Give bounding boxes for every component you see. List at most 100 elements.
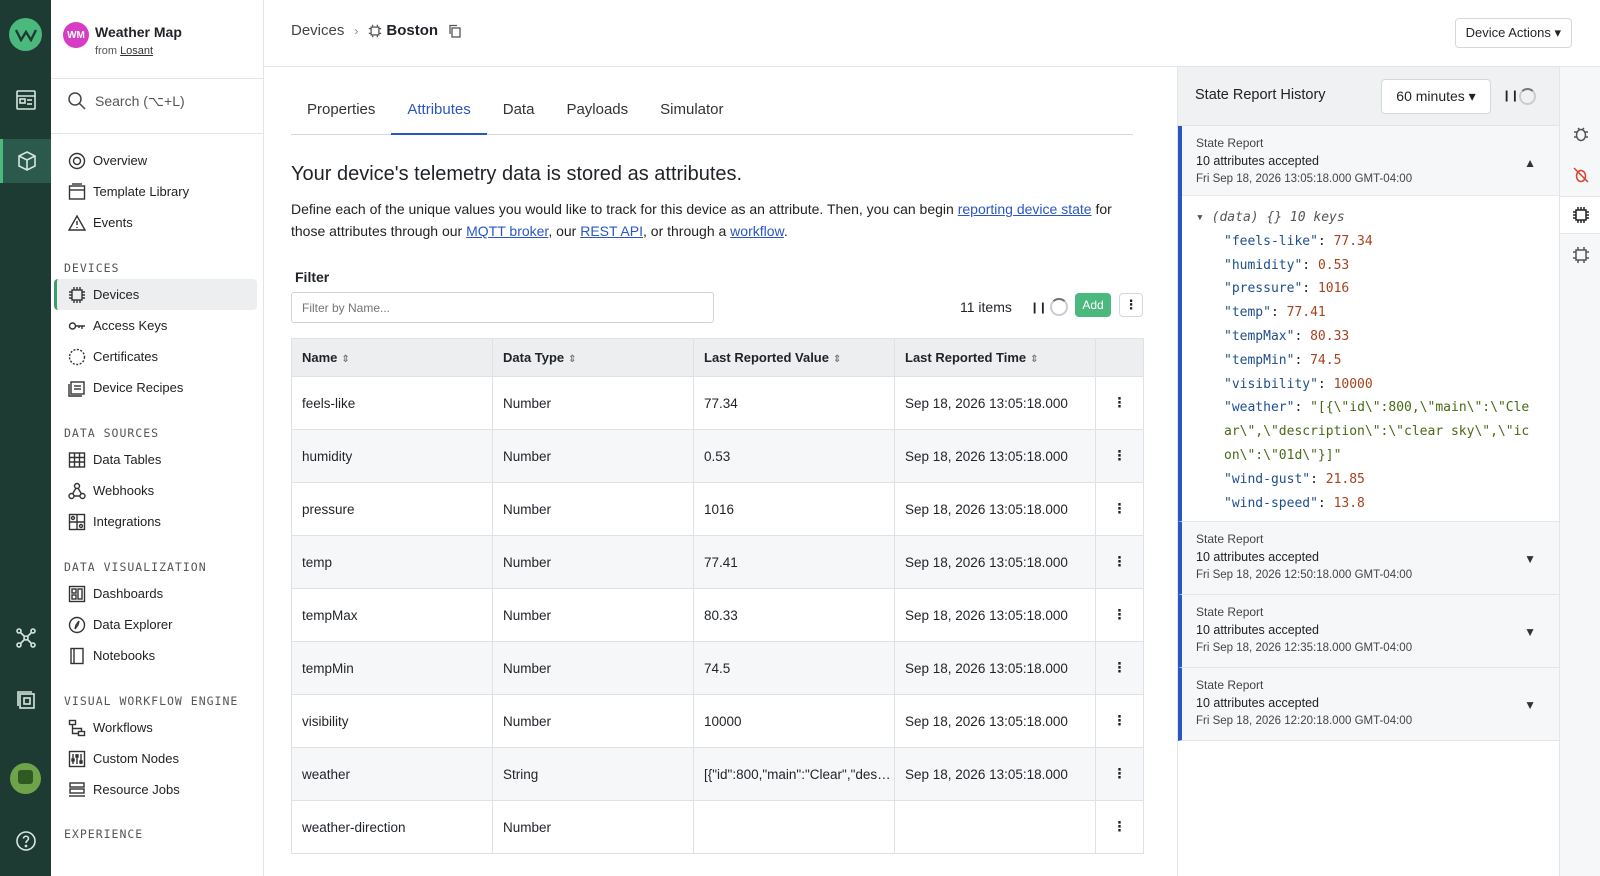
nav-notebooks[interactable]: Notebooks <box>54 640 257 671</box>
json-entry: "wind-gust": 21.85 <box>1224 471 1365 487</box>
nav-data-tables[interactable]: Data Tables <box>54 444 257 475</box>
column-header-last-value[interactable]: Last Reported Value ⇕ <box>693 338 895 377</box>
time-range-select[interactable]: 60 minutes ▾ <box>1381 79 1491 114</box>
org-link[interactable]: Losant <box>120 45 153 57</box>
pause-icon[interactable]: ❙❙ <box>1030 301 1047 314</box>
state-report-item[interactable]: State Report 10 attributes accepted Fri … <box>1178 522 1560 595</box>
rest-api-link[interactable]: REST API <box>580 223 643 239</box>
device-catalog-rail-icon[interactable] <box>0 678 51 722</box>
tab-data[interactable]: Data <box>487 92 551 135</box>
column-header-last-time[interactable]: Last Reported Time ⇕ <box>894 338 1096 377</box>
report-time: Fri Sep 18, 2026 12:20:18.000 GMT-04:00 <box>1196 715 1413 727</box>
help-icon[interactable] <box>0 819 51 863</box>
nav-dashboards[interactable]: Dashboards <box>54 578 257 609</box>
cell-data-type: Number <box>492 429 694 483</box>
user-avatar[interactable] <box>10 763 41 794</box>
table-row[interactable]: feels-like Number 77.34 Sep 18, 2026 13:05:… <box>291 376 1144 430</box>
table-row[interactable]: tempMax Number 80.33 Sep 18, 2026 13:05:18.… <box>291 588 1144 642</box>
cell-last-time <box>894 800 1096 854</box>
network-rail-icon[interactable] <box>0 616 51 660</box>
nav-label: Access Keys <box>93 318 168 333</box>
expand-caret-icon[interactable]: ▼ <box>1524 552 1536 566</box>
main-content: Properties Attributes Data Payloads Simu… <box>264 67 1174 876</box>
bug-off-icon[interactable] <box>1560 156 1600 194</box>
row-actions-icon[interactable]: ⋮ <box>1095 482 1144 536</box>
nav-access-keys[interactable]: Access Keys <box>54 310 257 341</box>
row-actions-icon[interactable]: ⋮ <box>1095 641 1144 695</box>
table-row[interactable]: temp Number 77.41 Sep 18, 2026 13:05:18.000… <box>291 535 1144 589</box>
state-report-item[interactable]: State Report 10 attributes accepted Fri … <box>1178 668 1560 741</box>
sort-icon: ⇕ <box>341 354 350 365</box>
nav-label: Template Library <box>93 184 190 199</box>
nav-workflows[interactable]: Workflows <box>54 712 257 743</box>
nav-resource-jobs[interactable]: Resource Jobs <box>54 774 257 805</box>
row-actions-icon[interactable]: ⋮ <box>1095 800 1144 854</box>
state-report-chip-icon[interactable] <box>1560 196 1600 234</box>
device-connection-icon[interactable] <box>1560 236 1600 274</box>
row-actions-icon[interactable]: ⋮ <box>1095 694 1144 748</box>
notebook-icon <box>67 646 87 666</box>
table-row[interactable]: tempMin Number 74.5 Sep 18, 2026 13:05:18.0… <box>291 641 1144 695</box>
report-summary: 10 attributes accepted <box>1196 154 1319 168</box>
column-header-actions <box>1095 338 1144 377</box>
table-row[interactable]: pressure Number 1016 Sep 18, 2026 13:05:18.… <box>291 482 1144 536</box>
tab-simulator[interactable]: Simulator <box>644 92 739 135</box>
table-row[interactable]: visibility Number 10000 Sep 18, 2026 13:05:… <box>291 694 1144 748</box>
nav-events[interactable]: Events <box>54 207 257 238</box>
state-report-item[interactable]: State Report 10 attributes accepted Fri … <box>1178 126 1560 522</box>
workflow-link[interactable]: workflow <box>730 223 784 239</box>
nav-device-recipes[interactable]: Device Recipes <box>54 372 257 403</box>
nav-devices[interactable]: Devices <box>54 279 257 310</box>
nav-integrations[interactable]: Integrations <box>54 506 257 537</box>
losant-logo-icon[interactable] <box>9 18 42 51</box>
column-header-data-type[interactable]: Data Type ⇕ <box>492 338 694 377</box>
json-entry: "wind-speed": 13.8 <box>1224 495 1365 511</box>
report-time: Fri Sep 18, 2026 12:50:18.000 GMT-04:00 <box>1196 569 1413 581</box>
table-row[interactable]: humidity Number 0.53 Sep 18, 2026 13:05:18.… <box>291 429 1144 483</box>
tab-properties[interactable]: Properties <box>291 92 391 135</box>
state-report-item[interactable]: State Report 10 attributes accepted Fri … <box>1178 595 1560 668</box>
breadcrumb-devices-link[interactable]: Devices <box>291 22 344 39</box>
copy-icon[interactable] <box>448 24 462 38</box>
debug-bug-icon[interactable] <box>1560 115 1600 153</box>
expand-caret-icon[interactable]: ▼ <box>1524 625 1536 639</box>
column-header-name[interactable]: Name ⇕ <box>291 338 493 377</box>
json-entry: "weather": "[{\"id\":800,\"main\":\"Clea… <box>1224 400 1530 463</box>
mqtt-broker-link[interactable]: MQTT broker <box>466 223 548 239</box>
nav-webhooks[interactable]: Webhooks <box>54 475 257 506</box>
nav-certificates[interactable]: Certificates <box>54 341 257 372</box>
nav-template-library[interactable]: Template Library <box>54 176 257 207</box>
tab-attributes[interactable]: Attributes <box>391 92 487 135</box>
cell-last-value: 1016 <box>693 482 895 536</box>
more-options-button[interactable]: ⋮ <box>1119 293 1143 317</box>
panel-header: State Report History 60 minutes ▾ ❙❙ <box>1178 67 1560 126</box>
row-actions-icon[interactable]: ⋮ <box>1095 376 1144 430</box>
report-time: Fri Sep 18, 2026 12:35:18.000 GMT-04:00 <box>1196 642 1413 654</box>
row-actions-icon[interactable]: ⋮ <box>1095 429 1144 483</box>
report-label: State Report <box>1196 136 1264 150</box>
pause-icon[interactable]: ❙❙ <box>1502 89 1519 102</box>
nav-data-explorer[interactable]: Data Explorer <box>54 609 257 640</box>
table-row[interactable]: weather String [{"id":800,"main":"Clear","… <box>291 747 1144 801</box>
table-row[interactable]: weather-direction Number ⋮ <box>291 800 1144 854</box>
cell-last-value: [{"id":800,"main":"Clear","description":… <box>693 747 895 801</box>
nav-overview[interactable]: Overview <box>54 145 257 176</box>
device-actions-button[interactable]: Device Actions ▾ <box>1454 18 1572 48</box>
report-summary: 10 attributes accepted <box>1196 623 1319 637</box>
filter-input[interactable] <box>291 292 714 323</box>
chip-icon <box>369 24 382 37</box>
row-actions-icon[interactable]: ⋮ <box>1095 747 1144 801</box>
row-actions-icon[interactable]: ⋮ <box>1095 535 1144 589</box>
reporting-device-state-link[interactable]: reporting device state <box>958 201 1092 217</box>
dashboard-rail-icon[interactable] <box>0 78 51 122</box>
tab-payloads[interactable]: Payloads <box>550 92 644 135</box>
application-rail-icon[interactable] <box>0 139 51 183</box>
nav-custom-nodes[interactable]: Custom Nodes <box>54 743 257 774</box>
filter-label: Filter <box>295 269 330 285</box>
expand-caret-icon[interactable]: ▼ <box>1524 698 1536 712</box>
row-actions-icon[interactable]: ⋮ <box>1095 588 1144 642</box>
collapse-caret-icon[interactable]: ▲ <box>1524 156 1536 170</box>
search-box[interactable]: Search (⌥+L) <box>51 78 264 134</box>
search-placeholder: Search (⌥+L) <box>95 93 185 109</box>
add-attribute-button[interactable]: Add <box>1075 293 1111 317</box>
